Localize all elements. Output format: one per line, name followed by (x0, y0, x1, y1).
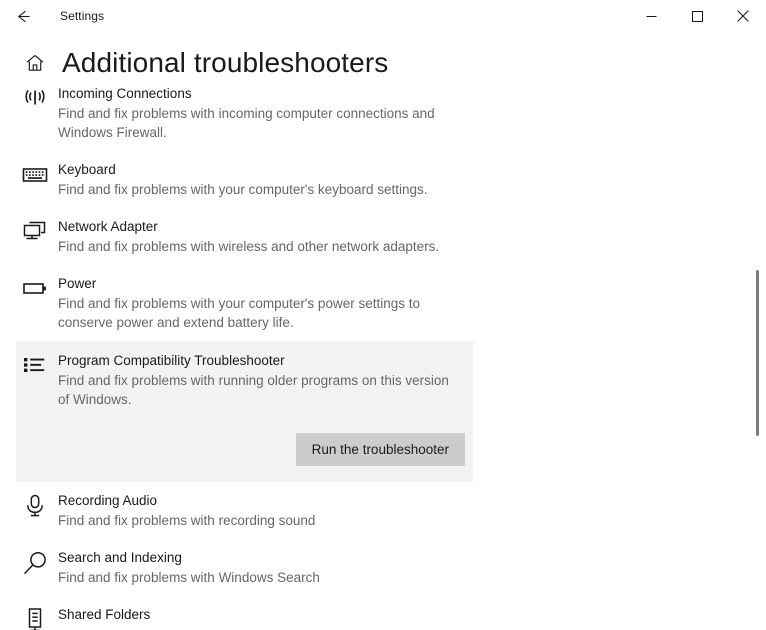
list-item-description: Find and fix problems with incoming comp… (58, 106, 435, 140)
page-title: Additional troubleshooters (62, 47, 389, 78)
list-item-program-compatibility-troubleshooter[interactable]: Program Compatibility Troubleshooter Fin… (16, 341, 473, 482)
list-item-text: Program Compatibility Troubleshooter Fin… (58, 351, 473, 409)
list-item-text: Shared Folders (58, 605, 740, 630)
list-item-description: Find and fix problems with Windows Searc… (58, 570, 320, 585)
maximize-button[interactable] (674, 0, 720, 32)
back-button[interactable] (0, 0, 46, 32)
list-bullet-icon (22, 351, 58, 409)
list-item-title: Program Compatibility Troubleshooter (58, 353, 285, 368)
title-bar: Settings (0, 0, 766, 32)
list-item-description: Find and fix problems with wireless and … (58, 239, 440, 254)
action-row: Run the troubleshooter (22, 409, 473, 482)
page-header: Additional troubleshooters (0, 40, 766, 86)
run-the-troubleshooter-button[interactable]: Run the troubleshooter (295, 433, 465, 466)
list-item-text: Network Adapter Find and fix problems wi… (58, 217, 740, 256)
list-item-description: Find and fix problems with your computer… (58, 182, 428, 197)
list-item-title: Shared Folders (58, 607, 151, 622)
list-item-text: Recording Audio Find and fix problems wi… (58, 491, 740, 530)
list-item-text: Incoming Connections Find and fix proble… (58, 88, 740, 142)
list-item-power[interactable]: Power Find and fix problems with your co… (0, 265, 740, 341)
minimize-button[interactable] (628, 0, 674, 32)
close-icon (737, 10, 749, 22)
list-item-network-adapter[interactable]: Network Adapter Find and fix problems wi… (0, 208, 740, 265)
magnifier-icon (22, 548, 58, 587)
troubleshooter-list-region: Incoming Connections Find and fix proble… (0, 88, 766, 630)
troubleshooter-list: Incoming Connections Find and fix proble… (0, 88, 740, 630)
app-title: Settings (60, 9, 105, 23)
vertical-scrollbar[interactable] (750, 32, 766, 630)
window-controls (628, 0, 766, 32)
minimize-icon (646, 11, 657, 22)
list-item-title: Keyboard (58, 162, 116, 177)
list-item-title: Power (58, 276, 97, 291)
list-item-text: Keyboard Find and fix problems with your… (58, 160, 740, 199)
battery-icon (22, 274, 58, 332)
shared-folder-icon (22, 605, 58, 630)
list-item-text: Search and Indexing Find and fix problem… (58, 548, 740, 587)
broadcast-signal-icon (22, 88, 58, 142)
list-item-recording-audio[interactable]: Recording Audio Find and fix problems wi… (0, 482, 740, 539)
list-item-title: Recording Audio (58, 493, 158, 508)
list-item-title: Incoming Connections (58, 88, 192, 101)
list-item-incoming-connections[interactable]: Incoming Connections Find and fix proble… (0, 88, 740, 151)
back-arrow-icon (15, 8, 32, 25)
list-item-shared-folders[interactable]: Shared Folders (0, 596, 740, 630)
list-item-description: Find and fix problems with running older… (58, 373, 449, 407)
list-item-text: Power Find and fix problems with your co… (58, 274, 740, 332)
microphone-icon (22, 491, 58, 530)
list-item-keyboard[interactable]: Keyboard Find and fix problems with your… (0, 151, 740, 208)
maximize-icon (691, 10, 703, 22)
home-icon[interactable] (22, 50, 48, 76)
monitor-network-icon (22, 217, 58, 256)
list-item-description: Find and fix problems with recording sou… (58, 513, 316, 528)
keyboard-icon (22, 160, 58, 199)
list-item-title: Network Adapter (58, 219, 158, 234)
scrollbar-thumb[interactable] (756, 270, 759, 436)
list-item-description: Find and fix problems with your computer… (58, 296, 420, 330)
list-item-search-and-indexing[interactable]: Search and Indexing Find and fix problem… (0, 539, 740, 596)
close-button[interactable] (720, 0, 766, 32)
list-item-title: Search and Indexing (58, 550, 182, 565)
